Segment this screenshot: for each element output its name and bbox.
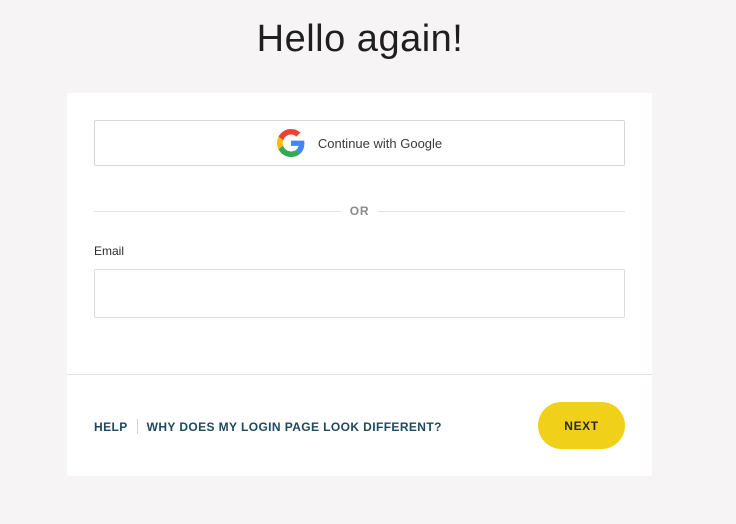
email-label: Email xyxy=(94,244,125,258)
email-field[interactable] xyxy=(94,269,625,318)
or-divider: OR xyxy=(94,203,626,219)
login-page: Hello again! Continue with Google OR Ema… xyxy=(0,0,736,524)
footer-divider xyxy=(67,374,652,375)
footer-links: HELP WHY DOES MY LOGIN PAGE LOOK DIFFERE… xyxy=(94,419,442,434)
divider-line-right xyxy=(378,210,626,212)
help-link[interactable]: HELP xyxy=(94,420,128,434)
divider-text: OR xyxy=(349,204,370,218)
google-g-icon xyxy=(276,129,305,157)
link-separator xyxy=(136,419,138,434)
divider-line-left xyxy=(94,210,341,212)
continue-with-google-button[interactable]: Continue with Google xyxy=(94,120,625,166)
google-button-label: Continue with Google xyxy=(317,135,443,151)
login-page-different-link[interactable]: WHY DOES MY LOGIN PAGE LOOK DIFFERENT? xyxy=(147,420,442,434)
login-card: Continue with Google OR Email HELP WHY D… xyxy=(67,93,652,476)
page-title: Hello again! xyxy=(256,18,464,60)
next-button[interactable]: NEXT xyxy=(538,402,625,449)
